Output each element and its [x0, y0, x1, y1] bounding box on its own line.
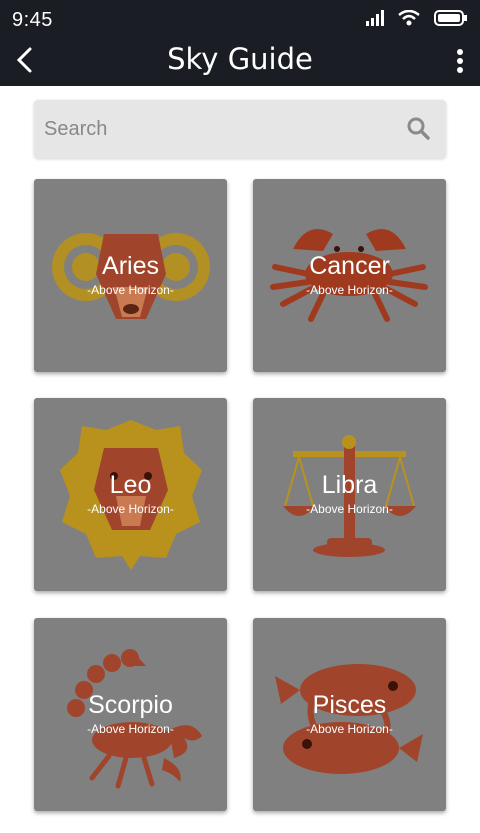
battery-icon: [434, 10, 468, 31]
overflow-menu-button[interactable]: [448, 46, 472, 80]
app-bar: Sky Guide: [0, 38, 480, 86]
sign-status: -Above Horizon-: [306, 722, 393, 736]
sign-card-aries[interactable]: Aries -Above Horizon-: [34, 179, 227, 372]
more-vert-icon: [456, 48, 464, 79]
sign-status: -Above Horizon-: [87, 502, 174, 516]
sign-card-scorpio[interactable]: Scorpio -Above Horizon-: [34, 618, 227, 811]
status-icons: [366, 9, 468, 31]
sign-name: Scorpio: [88, 691, 173, 719]
sign-name: Pisces: [312, 691, 387, 719]
signal-icon: [366, 10, 384, 31]
sign-card-leo[interactable]: Leo -Above Horizon-: [34, 398, 227, 591]
status-time: 9:45: [12, 9, 53, 31]
status-bar: 9:45: [0, 0, 480, 38]
sign-card-cancer[interactable]: Cancer -Above Horizon-: [253, 179, 446, 372]
sign-name: Cancer: [309, 252, 390, 280]
search-icon[interactable]: [406, 116, 432, 142]
sign-name: Leo: [109, 471, 152, 499]
sign-status: -Above Horizon-: [306, 502, 393, 516]
search-bar: [34, 100, 446, 158]
sign-status: -Above Horizon-: [306, 283, 393, 297]
search-input[interactable]: [44, 110, 394, 148]
sign-name: Libra: [321, 471, 378, 499]
sign-card-libra[interactable]: Libra -Above Horizon-: [253, 398, 446, 591]
wifi-icon: [398, 9, 420, 31]
sign-card-pisces[interactable]: Pisces -Above Horizon-: [253, 618, 446, 811]
sign-status: -Above Horizon-: [87, 283, 174, 297]
sign-name: Aries: [102, 252, 159, 280]
page-title: Sky Guide: [167, 42, 313, 76]
sign-status: -Above Horizon-: [87, 722, 174, 736]
